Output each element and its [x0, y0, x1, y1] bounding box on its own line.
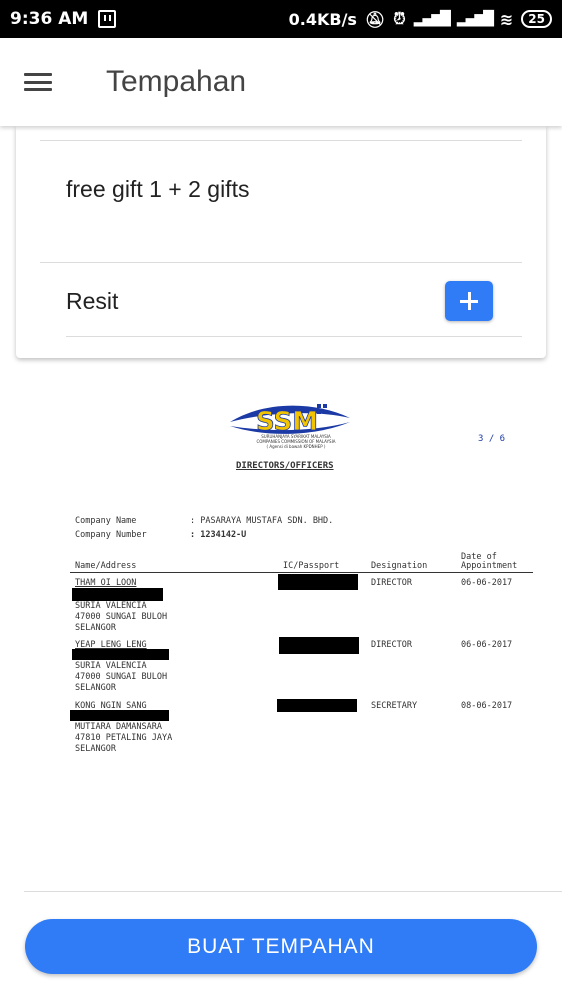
officer-address: SURIA VALENCIA [75, 601, 147, 611]
company-number-label: Company Number [75, 530, 147, 540]
note-text[interactable]: free gift 1 + 2 gifts [66, 176, 249, 203]
officer-address: SELANGOR [75, 623, 116, 633]
document-heading: DIRECTORS/OFFICERS [236, 461, 334, 471]
officer-name: THAM OI LOON [75, 578, 137, 588]
officer-address: 47000 SUNGAI BULOH [75, 672, 168, 682]
redaction-bar [72, 649, 169, 660]
status-time: 9:36 AM [10, 9, 89, 29]
status-bar: 9:36 AM 0.4KB/s 🔕︎ ⏰︎ ▂▄▆█ ▂▄▆█ ≋ 25 [0, 0, 562, 38]
battery-icon: 25 [521, 10, 552, 28]
plus-icon [460, 292, 478, 310]
signal-2-icon: ▂▄▆█ [456, 11, 494, 27]
officer-date: 06-06-2017 [461, 640, 513, 650]
logo-caption: SURUHANJAYA SYARIKAT MALAYSIA COMPANIES … [256, 434, 336, 449]
officer-address: SELANGOR [75, 744, 116, 754]
col-date-line2: Appointment [461, 561, 518, 571]
order-card: free gift 1 + 2 gifts Resit [16, 126, 546, 358]
redaction-bar [277, 699, 357, 712]
officer-designation: DIRECTOR [371, 578, 412, 588]
twitch-notification-icon [98, 10, 117, 28]
mute-icon: 🔕︎ [364, 9, 386, 29]
divider [66, 336, 522, 337]
buat-tempahan-button[interactable]: BUAT TEMPAHAN [25, 919, 537, 974]
page-title: Tempahan [106, 65, 247, 98]
redaction-bar [279, 637, 359, 654]
receipt-image[interactable]: SSM SURUHANJAYA SYARIKAT MALAYSIA COMPAN… [0, 372, 562, 872]
officer-address: 47810 PETALING JAYA [75, 733, 173, 743]
col-designation: Designation [371, 561, 428, 571]
company-number-value: : 1234142-U [190, 530, 247, 540]
company-name-label: Company Name [75, 516, 137, 526]
officer-designation: SECRETARY [371, 701, 418, 711]
network-speed: 0.4KB/s [288, 9, 357, 29]
page-number: 3 / 6 [478, 434, 506, 444]
resit-label: Resit [66, 288, 119, 314]
signal-icon: ▂▄▆█ [413, 11, 451, 27]
officer-address: 47000 SUNGAI BULOH [75, 612, 168, 622]
hamburger-menu-icon[interactable] [24, 71, 52, 93]
officer-address: SURIA VALENCIA [75, 661, 147, 671]
footer-divider [24, 891, 562, 892]
col-ic-passport: IC/Passport [283, 561, 340, 571]
divider [40, 140, 522, 141]
redaction-bar [72, 588, 163, 601]
officer-address: MUTIARA DAMANSARA [75, 722, 162, 732]
add-receipt-button[interactable] [445, 281, 493, 321]
wifi-icon: ≋ [499, 9, 514, 29]
redaction-bar [278, 574, 358, 590]
redaction-bar [70, 710, 169, 721]
svg-text:SSM: SSM [256, 407, 318, 437]
officer-address: SELANGOR [75, 683, 116, 693]
officer-date: 08-06-2017 [461, 701, 513, 711]
officer-designation: DIRECTOR [371, 640, 412, 650]
app-bar: Tempahan [0, 38, 562, 126]
alarm-icon: ⏰︎ [393, 9, 406, 28]
officer-date: 06-06-2017 [461, 578, 513, 588]
company-name-value: : PASARAYA MUSTAFA SDN. BHD. [190, 516, 334, 526]
divider [40, 262, 522, 263]
col-name-address: Name/Address [75, 561, 137, 571]
table-header-rule [70, 572, 533, 573]
